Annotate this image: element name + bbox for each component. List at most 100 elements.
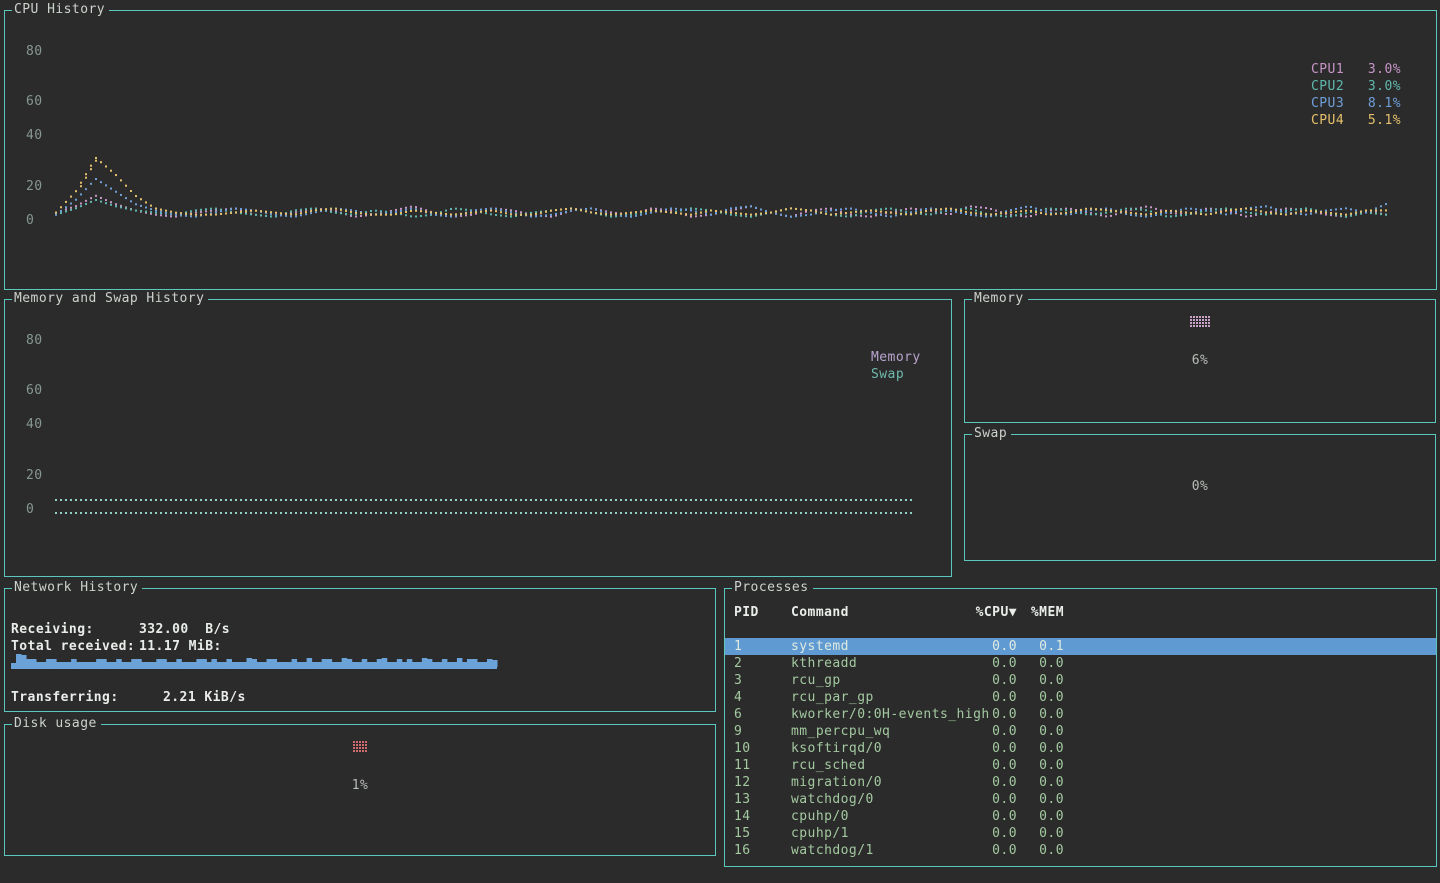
column-header-command[interactable]: Command: [791, 604, 971, 621]
cpu1-label: CPU1: [1311, 61, 1344, 78]
process-row[interactable]: 14cpuhp/00.00.0: [725, 808, 1436, 825]
cpu4-value: 5.1%: [1368, 112, 1401, 129]
process-cpu: 0.0: [971, 689, 1017, 706]
transferring-label: Transferring:: [11, 690, 119, 705]
process-pid: 1: [734, 638, 791, 655]
cpu-history-panel: CPU History 80 60 40 20 0 CPU1 3.0% CPU2…: [4, 10, 1437, 290]
processes-panel: Processes PID Command %CPU▼ %MEM 1system…: [724, 588, 1437, 867]
process-cpu: 0.0: [971, 740, 1017, 757]
memory-swap-chart: [5, 300, 951, 576]
process-cpu: 0.0: [971, 672, 1017, 689]
header-spacer: [725, 621, 1436, 638]
process-mem: 0.1: [1017, 638, 1064, 655]
swap-gauge-title: Swap: [972, 426, 1011, 441]
process-row[interactable]: 2kthreadd0.00.0: [725, 655, 1436, 672]
process-mem: 0.0: [1017, 655, 1064, 672]
process-command: ksoftirqd/0: [791, 740, 971, 757]
cpu2-value: 3.0%: [1368, 78, 1401, 95]
process-table: PID Command %CPU▼ %MEM 1systemd0.00.12kt…: [725, 589, 1436, 866]
process-cpu: 0.0: [971, 706, 1017, 723]
process-cpu: 0.0: [971, 808, 1017, 825]
process-pid: 4: [734, 689, 791, 706]
process-row[interactable]: 12migration/00.00.0: [725, 774, 1436, 791]
process-pid: 10: [734, 740, 791, 757]
disk-usage-panel: Disk usage 1%: [4, 724, 716, 856]
process-mem: 0.0: [1017, 808, 1064, 825]
process-command: migration/0: [791, 774, 971, 791]
process-row[interactable]: 3rcu_gp0.00.0: [725, 672, 1436, 689]
memory-swap-history-panel: Memory and Swap History 80 60 40 20 0 Me…: [4, 299, 952, 577]
process-row[interactable]: 4rcu_par_gp0.00.0: [725, 689, 1436, 706]
process-cpu: 0.0: [971, 825, 1017, 842]
memory-legend-label: Memory: [871, 349, 921, 366]
process-cpu: 0.0: [971, 774, 1017, 791]
process-row[interactable]: 16watchdog/10.00.0: [725, 842, 1436, 859]
cpu2-label: CPU2: [1311, 78, 1344, 95]
network-history-panel: Network History Receiving: 332.00 B/s To…: [4, 588, 716, 712]
process-rows: 1systemd0.00.12kthreadd0.00.03rcu_gp0.00…: [725, 638, 1436, 859]
process-command: rcu_sched: [791, 757, 971, 774]
process-pid: 15: [734, 825, 791, 842]
cpu3-label: CPU3: [1311, 95, 1344, 112]
process-mem: 0.0: [1017, 706, 1064, 723]
process-cpu: 0.0: [971, 791, 1017, 808]
memory-usage-dots-icon: [1190, 316, 1211, 328]
process-row[interactable]: 9mm_percpu_wq0.00.0: [725, 723, 1436, 740]
process-command: rcu_gp: [791, 672, 971, 689]
column-header-cpu[interactable]: %CPU▼: [971, 604, 1017, 621]
column-header-pid[interactable]: PID: [734, 604, 791, 621]
process-command: cpuhp/1: [791, 825, 971, 842]
process-row[interactable]: 15cpuhp/10.00.0: [725, 825, 1436, 842]
process-row[interactable]: 1systemd0.00.1: [725, 638, 1436, 655]
process-mem: 0.0: [1017, 689, 1064, 706]
process-table-header: PID Command %CPU▼ %MEM: [725, 604, 1436, 621]
process-row[interactable]: 13watchdog/00.00.0: [725, 791, 1436, 808]
process-mem: 0.0: [1017, 842, 1064, 859]
process-mem: 0.0: [1017, 791, 1064, 808]
process-mem: 0.0: [1017, 825, 1064, 842]
cpu-history-chart: [5, 11, 1436, 289]
column-header-mem[interactable]: %MEM: [1017, 604, 1064, 621]
memory-percent: 6%: [965, 353, 1435, 368]
process-command: kthreadd: [791, 655, 971, 672]
process-command: cpuhp/0: [791, 808, 971, 825]
cpu-legend-row: CPU1 3.0%: [1311, 61, 1401, 78]
cpu1-value: 3.0%: [1368, 61, 1401, 78]
process-pid: 2: [734, 655, 791, 672]
memory-gauge-panel: Memory 6%: [964, 299, 1436, 423]
swap-gauge-panel: Swap 0%: [964, 434, 1436, 561]
process-command: watchdog/0: [791, 791, 971, 808]
process-pid: 16: [734, 842, 791, 859]
process-cpu: 0.0: [971, 842, 1017, 859]
disk-percent: 1%: [5, 778, 715, 793]
process-pid: 6: [734, 706, 791, 723]
process-pid: 11: [734, 757, 791, 774]
process-pid: 12: [734, 774, 791, 791]
swap-percent: 0%: [965, 479, 1435, 494]
process-pid: 9: [734, 723, 791, 740]
cpu-legend-row: CPU3 8.1%: [1311, 95, 1401, 112]
transferring-value: 2.21 KiB/s: [163, 690, 246, 705]
process-mem: 0.0: [1017, 757, 1064, 774]
process-command: kworker/0:0H-events_high: [791, 706, 971, 723]
cpu-legend-row: CPU4 5.1%: [1311, 112, 1401, 129]
memory-gauge-title: Memory: [972, 291, 1028, 306]
disk-usage-title: Disk usage: [12, 716, 101, 731]
process-row[interactable]: 11rcu_sched0.00.0: [725, 757, 1436, 774]
sort-desc-icon: ▼: [1009, 605, 1017, 620]
cpu-legend-row: CPU2 3.0%: [1311, 78, 1401, 95]
swap-gauge: 0%: [965, 479, 1435, 494]
process-command: rcu_par_gp: [791, 689, 971, 706]
process-command: systemd: [791, 638, 971, 655]
process-cpu: 0.0: [971, 655, 1017, 672]
process-pid: 14: [734, 808, 791, 825]
disk-gauge: 1%: [5, 741, 715, 793]
process-mem: 0.0: [1017, 672, 1064, 689]
cpu3-value: 8.1%: [1368, 95, 1401, 112]
process-command: watchdog/1: [791, 842, 971, 859]
process-cpu: 0.0: [971, 638, 1017, 655]
process-row[interactable]: 10ksoftirqd/00.00.0: [725, 740, 1436, 757]
memory-gauge: 6%: [965, 316, 1435, 368]
process-row[interactable]: 6kworker/0:0H-events_high0.00.0: [725, 706, 1436, 723]
process-mem: 0.0: [1017, 723, 1064, 740]
